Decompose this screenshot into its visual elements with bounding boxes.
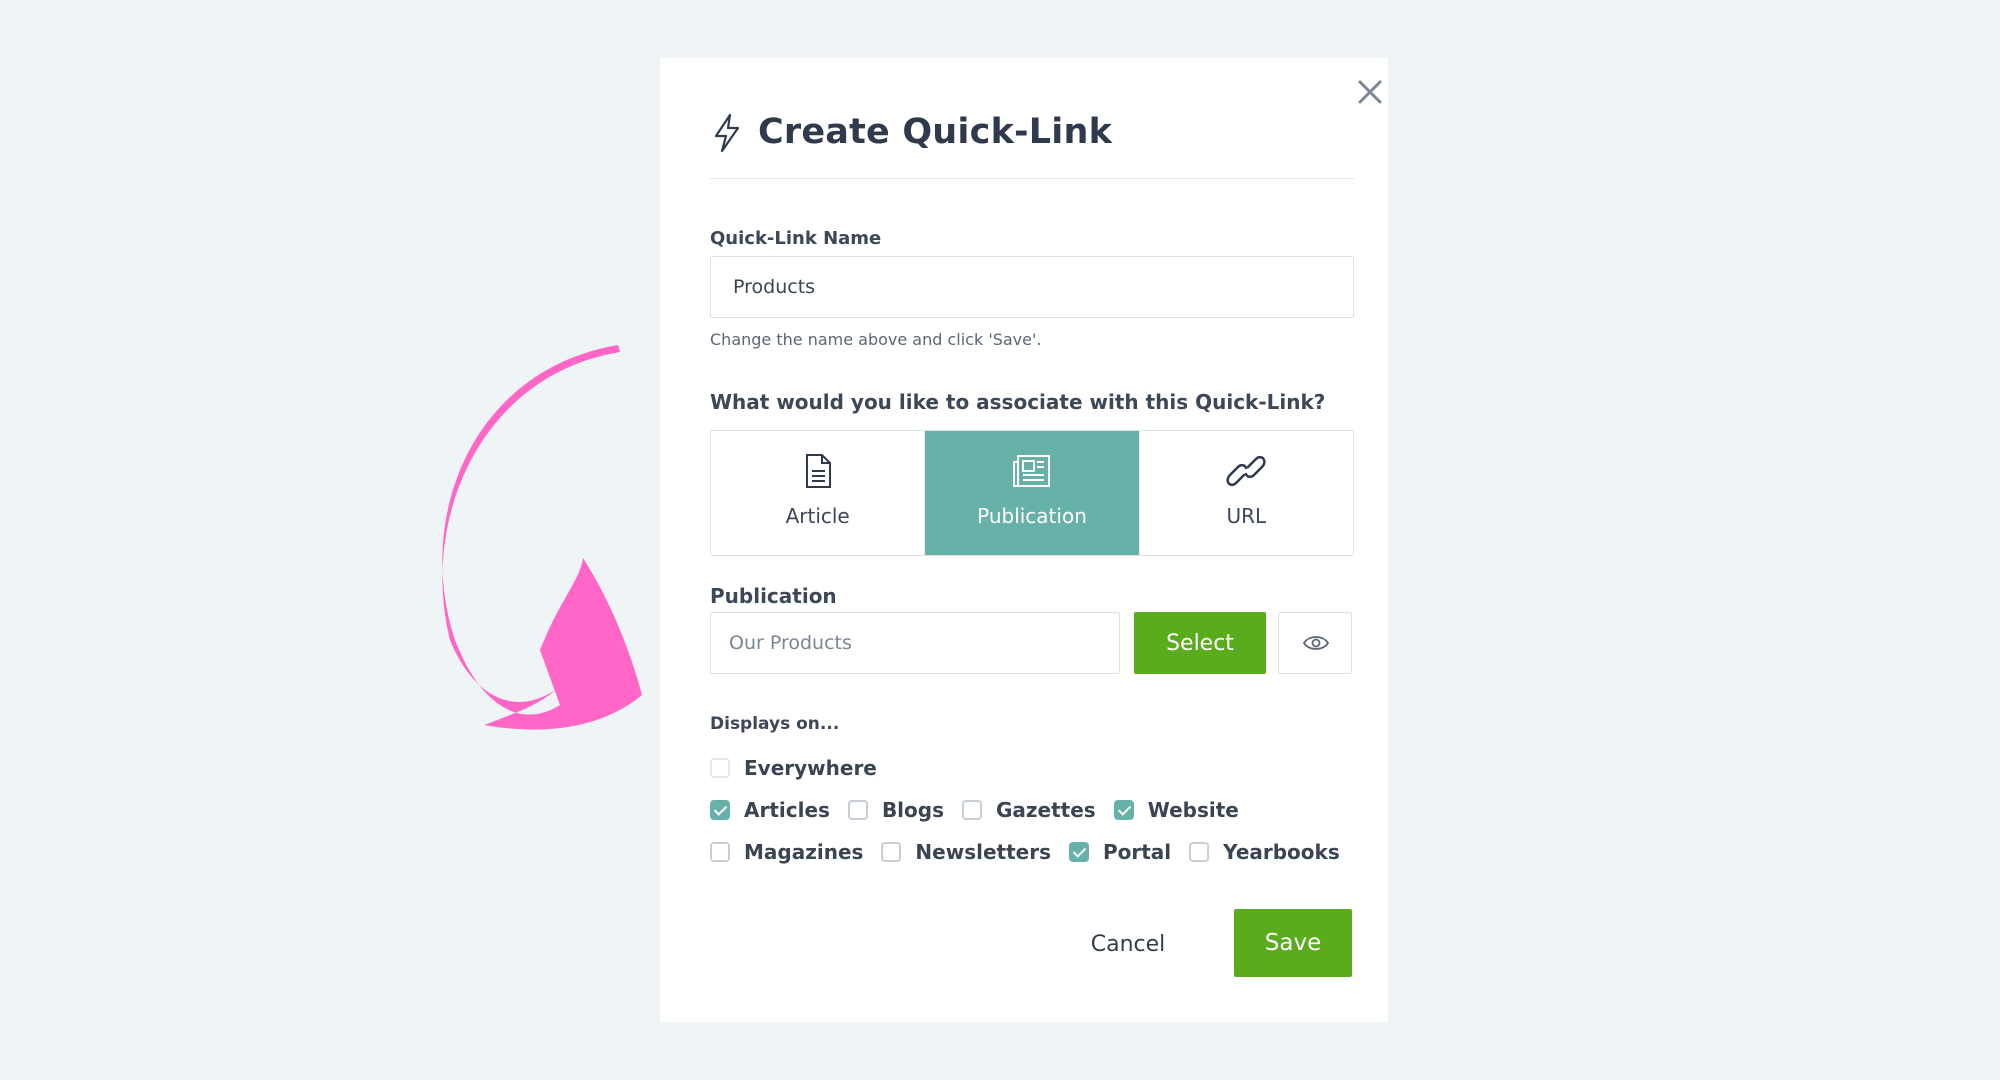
checkbox-label: Website [1147,798,1239,822]
checkbox-portal[interactable]: Portal [1068,840,1172,864]
checkbox-box[interactable] [710,842,730,862]
cancel-button[interactable]: Cancel [1068,910,1188,978]
checkbox-box[interactable] [710,800,730,820]
checkbox-articles[interactable]: Articles [710,798,830,822]
newspaper-icon [1012,455,1050,487]
type-option-article[interactable]: Article [711,431,924,555]
checkbox-label: Blogs [881,798,944,822]
document-icon [805,454,831,488]
checkbox-box[interactable] [710,758,730,778]
checkbox-box[interactable] [847,800,868,820]
preview-button[interactable] [1278,612,1352,674]
checkbox-label: Yearbooks [1223,840,1340,864]
checkbox-website[interactable]: Website [1113,798,1239,822]
create-quick-link-modal: Create Quick-Link Quick-Link Name Change… [660,58,1388,1022]
publication-input[interactable] [710,612,1120,674]
displays-row-2: Magazines Newsletters Portal Yearbooks [710,840,1358,864]
modal-title: Create Quick-Link [758,112,1113,152]
checkbox-label: Newsletters [915,840,1051,864]
type-label-publication: Publication [977,504,1087,528]
displays-on-label: Displays on... [710,714,840,734]
select-publication-button[interactable]: Select [1134,612,1266,674]
type-label-url: URL [1226,504,1267,528]
type-option-url[interactable]: URL [1138,431,1353,555]
everywhere-row: Everywhere [710,756,895,780]
eye-icon [1303,636,1329,650]
checkbox-label: Articles [744,798,830,822]
checkbox-magazines[interactable]: Magazines [710,840,863,864]
quick-link-name-label: Quick-Link Name [710,228,882,249]
checkbox-blogs[interactable]: Blogs [847,798,944,822]
checkbox-label: Portal [1102,840,1172,864]
association-question: What would you like to associate with th… [710,390,1326,414]
displays-row-1: Articles Blogs Gazettes Website [710,798,1257,822]
checkbox-label: Everywhere [744,756,877,780]
association-type-selector: Article Publication URL [710,430,1354,556]
checkbox-box[interactable] [962,800,982,820]
checkbox-box[interactable] [881,842,902,862]
checkbox-gazettes[interactable]: Gazettes [962,798,1096,822]
checkbox-box[interactable] [1068,842,1089,862]
name-helper-text: Change the name above and click 'Save'. [710,330,1042,349]
save-button[interactable]: Save [1234,909,1352,977]
checkbox-yearbooks[interactable]: Yearbooks [1189,840,1340,864]
checkbox-label: Gazettes [996,798,1096,822]
publication-label: Publication [710,584,837,608]
modal-header: Create Quick-Link [710,106,1354,179]
checkbox-box[interactable] [1189,842,1210,862]
type-option-publication[interactable]: Publication [924,431,1139,555]
checkbox-everywhere[interactable]: Everywhere [710,756,877,780]
link-icon [1226,455,1266,487]
quick-link-name-input[interactable] [710,256,1354,318]
checkbox-label: Magazines [744,840,864,864]
lightning-icon [714,113,740,153]
type-label-article: Article [785,504,850,528]
close-icon[interactable] [1352,74,1388,110]
checkbox-box[interactable] [1113,800,1134,820]
checkbox-newsletters[interactable]: Newsletters [881,840,1051,864]
